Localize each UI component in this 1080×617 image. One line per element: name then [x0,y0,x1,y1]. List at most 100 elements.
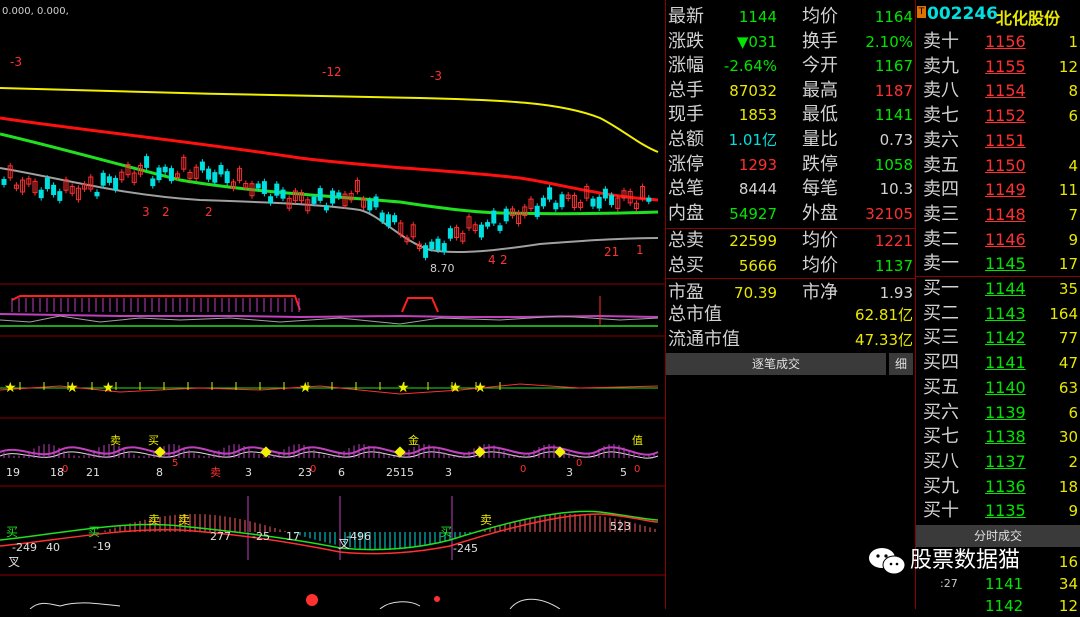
bid-row[interactable]: 买四 1141 47 [915,351,1080,376]
ask-row[interactable]: 卖二 1146 9 [915,228,1080,253]
star-marker: ★ [4,380,17,396]
quote-row: 总额 1.01亿 量比 0.73 [665,128,915,152]
p4-char: 买 [88,525,100,539]
ask-row[interactable]: 卖八 1154 8 [915,79,1080,104]
level-size: 7 [1068,205,1078,224]
level-label: 买九 [923,475,959,497]
p3-num: 3 [566,466,573,479]
p3-num-small: 0 [520,464,526,475]
level-size: 11 [1058,181,1078,200]
candle-body [311,196,317,204]
p4-char: 买 [6,525,18,539]
bid-row[interactable]: 买一 1144 35 [915,277,1080,302]
ask-row[interactable]: 卖十 1156 1 [915,30,1080,55]
candle-body [385,214,391,227]
level-size: 1 [1068,33,1078,51]
quote-label: 每笔 [802,178,838,200]
quote-value: 10.3 [879,180,913,199]
candle-body [38,189,44,199]
star-marker: ★ [397,380,410,396]
tick-size: 12 [1058,597,1078,615]
level-size: 18 [1058,477,1078,496]
bid-row[interactable]: 买二 1143 164 [915,302,1080,327]
p4-char: 卖 [148,513,160,527]
p4-char: 叉 [8,555,20,569]
candle-body [44,177,50,190]
candle-body [392,215,398,223]
candle-body [156,167,162,181]
tab-detail[interactable]: 细 [889,353,913,375]
chart-label: -3 [430,69,442,83]
quote-row: 内盘 54927 外盘 32105 [665,202,915,226]
level-size: 4 [1068,156,1078,175]
p4-num: -25 [252,530,270,543]
ask-row[interactable]: 卖三 1148 7 [915,203,1080,228]
quote-row: 涨跌 ▼031 换手 2.10% [665,30,915,54]
candle-body [646,197,652,202]
quote-label: 涨停 [668,153,704,175]
quote-panel: 最新 1144 均价 1164 涨跌 ▼031 换手 2.10% 涨幅 -2.64% 今开 1167 总… [665,0,915,609]
candle-body [51,184,57,196]
kline-chart-area[interactable]: 0.000, 0.000, -3 -12 -3 3 2 2 8.70 4 2 2… [0,0,665,609]
star-marker: ★ [299,380,312,396]
candle-body [113,177,119,191]
ask-row[interactable]: 卖七 1152 6 [915,104,1080,129]
p4-char: 卖 [178,513,190,527]
quote-label: 外盘 [802,202,838,224]
watermark-text: 股票数据猫 [910,548,1021,573]
quote-label: 总额 [668,129,704,150]
level-size: 47 [1058,354,1078,373]
ask-row[interactable]: 卖九 1155 12 [915,55,1080,80]
quote-label: 最新 [668,6,704,27]
ask-row[interactable]: 卖六 1151 [915,129,1080,154]
bid-row[interactable]: 买七 1138 30 [915,425,1080,450]
bid-row[interactable]: 买六 1139 6 [915,401,1080,426]
quote-label: 总笔 [668,178,704,200]
level-label: 买一 [923,278,959,299]
level-price: 1144 [985,279,1026,298]
level-label: 买八 [923,450,959,472]
ask-row[interactable]: 卖五 1150 4 [915,154,1080,179]
bid-row[interactable]: 买九 1136 18 [915,475,1080,500]
quote-label: 量比 [802,129,838,150]
quote-row: 总笔 8444 每笔 10.3 [665,177,915,201]
bid-row[interactable]: 买五 1140 63 [915,376,1080,401]
bid-row[interactable]: 买八 1137 2 [915,450,1080,475]
level-label: 卖六 [923,129,959,151]
p4-num: -19 [93,540,111,553]
star-marker: ★ [449,380,462,396]
stock-name: 北化股份 [996,9,1061,28]
candle-body [150,178,156,187]
level-size: 2 [1068,452,1078,471]
p4-char: 叉 [338,537,350,551]
level-size: 6 [1068,107,1078,126]
bid-row[interactable]: 买十 1135 9 [915,499,1080,524]
candle-body [478,224,484,238]
candle-body [435,238,441,251]
tab-tick-trades[interactable]: 逐笔成交 [666,353,886,375]
candle-body [261,181,267,194]
candle-body [274,183,280,196]
ask-row[interactable]: 卖一 1145 17 [915,252,1080,277]
quote-label: 均价 [802,230,838,252]
chart-label: 2 [205,205,213,219]
p3-num: 8 [156,466,163,479]
ma-gray-line [0,167,659,254]
quote-row-float: 流通市值 47.33亿 [665,328,915,352]
candle-body [1,178,7,185]
quote-value: 5666 [738,257,777,275]
p3-num-small: 0 [634,464,640,475]
ask-row[interactable]: 卖四 1149 11 [915,178,1080,203]
candle-body [268,196,274,204]
bid-row[interactable]: 买三 1142 77 [915,326,1080,351]
star-marker: ★ [102,380,115,396]
level-price: 1138 [985,427,1026,447]
level-size: 9 [1068,230,1078,249]
level-label: 买四 [923,352,959,374]
p3-num: 5 [620,466,627,479]
indicator-info-text: 0.000, 0.000, [2,6,69,17]
level-size: 12 [1058,57,1078,76]
level-label: 卖二 [923,228,959,250]
quote-value: 1293 [738,155,777,174]
candle-body [57,191,63,201]
